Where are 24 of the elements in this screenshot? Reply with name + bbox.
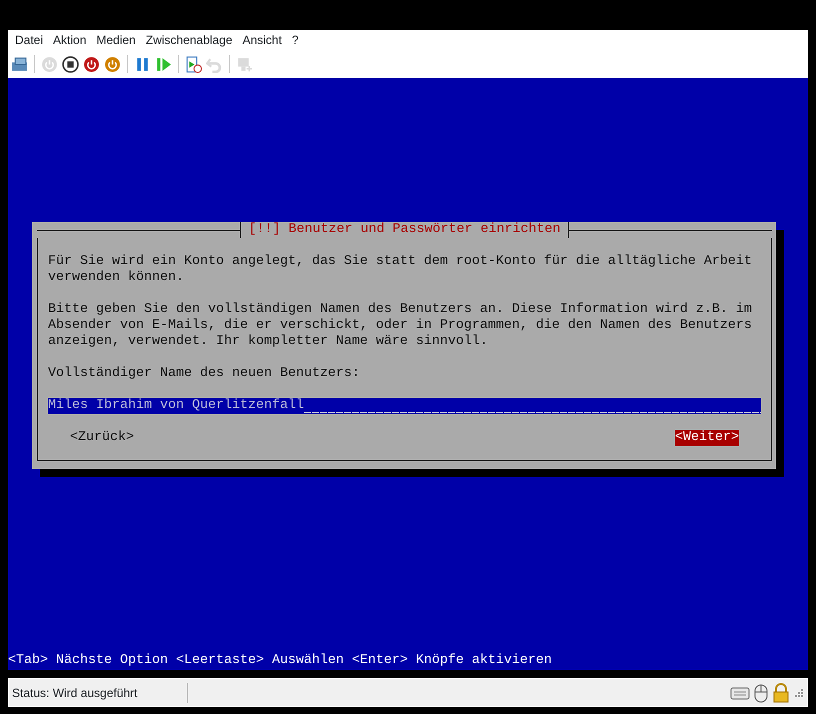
- pause-icon[interactable]: [134, 56, 151, 72]
- status-text: Status: Wird ausgeführt: [8, 682, 188, 702]
- dialog-title: [!!] Benutzer und Passwörter einrichten: [240, 222, 570, 238]
- menu-item[interactable]: Zwischenablage: [140, 31, 238, 49]
- menu-item[interactable]: Aktion: [48, 31, 92, 49]
- menu-item[interactable]: Datei: [10, 31, 48, 49]
- play-icon[interactable]: [155, 56, 172, 72]
- checkpoint-icon[interactable]: [185, 56, 202, 72]
- dialog-paragraph: Bitte geben Sie den vollständigen Namen des Benutzers an. Diese Information wird z.B. im Absender von E-Mails, die er verschickt, oder in Programmen, die den Namen des Benutzers anzeigen, verwendet. Ihr kompletter Name wäre sinnvoll.: [48, 302, 753, 350]
- power-icon[interactable]: [83, 56, 100, 72]
- dialog-paragraph: Für Sie wird ein Konto angelegt, das Sie statt dem root-Konto für die alltägliche Arbeit verwenden können.: [48, 254, 753, 286]
- menu-item[interactable]: ?: [286, 31, 304, 49]
- lock-icon: [772, 682, 790, 702]
- power-icon[interactable]: [104, 56, 121, 72]
- back-button[interactable]: <Zurück>: [70, 430, 134, 446]
- mouse-icon: [754, 682, 768, 702]
- resize-grip-icon: [794, 688, 804, 698]
- menu-item[interactable]: Ansicht: [237, 31, 287, 49]
- menu-item[interactable]: Medien: [91, 31, 141, 49]
- continue-button[interactable]: <Weiter>: [675, 430, 739, 446]
- field-label: Vollständiger Name des neuen Benutzers:: [48, 366, 361, 382]
- name-input-field[interactable]: Miles Ibrahim von Querlitzenfall: [48, 398, 761, 414]
- key-hint: <Tab> Nächste Option <Leertaste> Auswählen <Enter> Knöpfe aktivieren: [8, 653, 553, 670]
- stop-icon[interactable]: [62, 56, 79, 72]
